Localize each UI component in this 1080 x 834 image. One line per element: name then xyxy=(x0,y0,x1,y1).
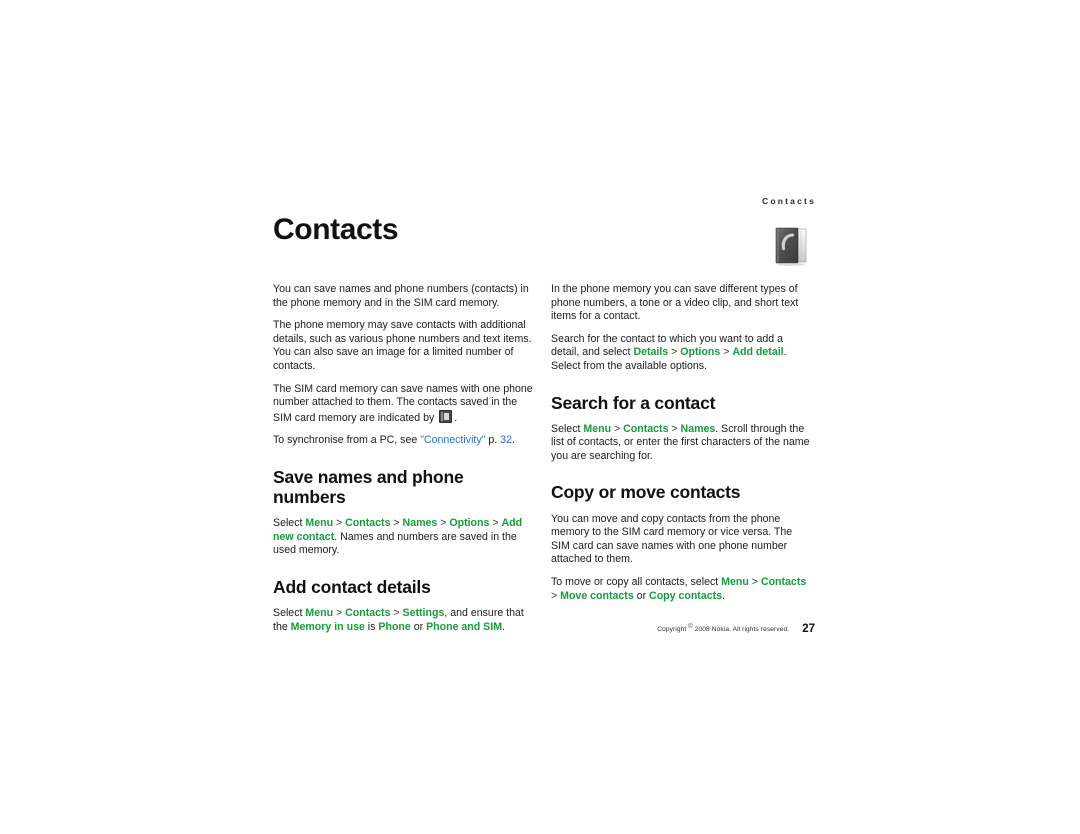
menu-path-contacts: Contacts xyxy=(345,517,391,530)
sim-paragraph-period: . xyxy=(454,411,458,424)
page-footer: Copyright © 2008 Nokia. All rights reser… xyxy=(551,618,815,636)
document-page: Contacts Contacts You can save names and… xyxy=(0,0,1080,834)
option-phone-and-sim: Phone and SIM xyxy=(426,620,503,633)
search-contact-instruction: Select Menu > Contacts > Names. Scroll t… xyxy=(551,422,810,462)
intro-paragraph-1: You can save names and phone numbers (co… xyxy=(273,283,529,309)
connectivity-link[interactable]: "Connectivity" xyxy=(420,434,485,446)
action-copy-contacts: Copy contacts xyxy=(649,589,723,602)
intro-paragraph-2: The phone memory may save contacts with … xyxy=(273,319,532,372)
left-column: You can save names and phone numbers (co… xyxy=(273,283,534,634)
add-details-tail-text: . xyxy=(502,620,505,633)
settings-path-settings: Settings xyxy=(402,607,445,620)
copy-move-tail-text: . xyxy=(722,589,725,602)
page-title: Contacts xyxy=(273,213,399,246)
search-path-names: Names xyxy=(680,422,716,435)
address-book-icon xyxy=(769,224,813,268)
phone-memory-types-paragraph: In the phone memory you can save differe… xyxy=(551,283,799,323)
option-phone: Phone xyxy=(378,620,411,633)
add-details-mid2-text: is xyxy=(364,620,379,633)
action-move-contacts: Move contacts xyxy=(560,589,634,602)
section-heading-save-names: Save names and phone numbers xyxy=(273,466,464,508)
copy-path-menu: Menu xyxy=(721,575,749,588)
add-details-lead-text: Select xyxy=(273,607,306,620)
detail-path-add-detail: Add detail xyxy=(732,346,784,359)
copyright-notice: Copyright © 2008 Nokia. All rights reser… xyxy=(657,624,790,633)
page-reference-link[interactable]: 32 xyxy=(500,434,512,446)
copy-move-or-text: or xyxy=(633,589,650,602)
search-path-menu: Menu xyxy=(583,422,612,435)
save-names-instruction: Select Menu > Contacts > Names > Options… xyxy=(273,517,523,557)
page-number: 27 xyxy=(802,623,815,635)
menu-path-options: Options xyxy=(449,517,490,530)
search-path-contacts: Contacts xyxy=(623,422,669,435)
detail-path-details: Details xyxy=(633,346,669,359)
sync-paragraph: To synchronise from a PC, see "Connectiv… xyxy=(273,434,534,448)
menu-path-names: Names xyxy=(402,517,438,530)
sync-mid-text: p. xyxy=(485,434,501,447)
copy-path-contacts: Contacts xyxy=(760,575,807,588)
copy-move-lead-text: To move or copy all contacts, select xyxy=(551,575,722,588)
settings-path-contacts: Contacts xyxy=(345,607,391,620)
section-heading-copy-or-move-contacts: Copy or move contacts xyxy=(551,482,741,503)
detail-path-options: Options xyxy=(680,346,721,359)
copy-move-instruction: To move or copy all contacts, select Men… xyxy=(551,575,807,602)
menu-path-menu: Menu xyxy=(305,517,334,530)
search-lead-text: Select xyxy=(551,422,584,435)
running-head: Contacts xyxy=(762,196,816,206)
right-column: In the phone memory you can save differe… xyxy=(551,283,812,603)
sim-card-icon xyxy=(439,409,453,423)
sim-memory-paragraph: The SIM card memory can save names with … xyxy=(273,383,534,426)
sync-lead-text: To synchronise from a PC, see xyxy=(273,434,421,447)
search-add-detail-paragraph: Search for the contact to which you want… xyxy=(551,332,787,372)
settings-path-menu: Menu xyxy=(305,607,334,620)
add-details-or-text: or xyxy=(410,620,427,633)
copyright-post-text: 2008 Nokia. All rights reserved. xyxy=(692,626,790,633)
section-heading-add-contact-details: Add contact details xyxy=(273,576,431,597)
sync-end-text: . xyxy=(511,434,515,447)
copyright-pre-text: Copyright xyxy=(657,626,689,633)
section-heading-search-for-a-contact: Search for a contact xyxy=(551,392,716,413)
copy-move-description: You can move and copy contacts from the … xyxy=(551,512,793,566)
setting-memory-in-use: Memory in use xyxy=(290,620,365,633)
sim-paragraph-text: The SIM card memory can save names with … xyxy=(273,382,533,424)
add-contact-details-instruction: Select Menu > Contacts > Settings, and e… xyxy=(273,607,524,633)
save-lead-text: Select xyxy=(273,517,306,530)
